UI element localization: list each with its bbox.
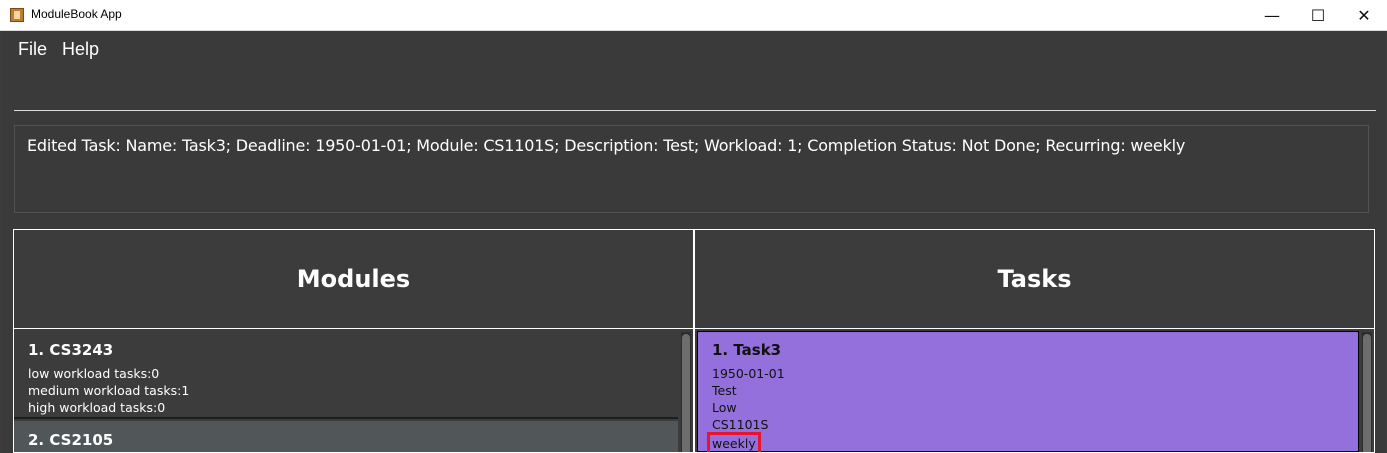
tasks-heading: Tasks [997, 265, 1072, 293]
module-title: 1. CS3243 [28, 341, 114, 359]
modules-pane: Modules 1. CS3243 low workload tasks:0 m… [13, 229, 694, 453]
title-bar: ModuleBook App — ☐ ✕ [0, 0, 1387, 31]
module-card[interactable]: 1. CS3243 low workload tasks:0 medium wo… [14, 331, 678, 419]
module-medium-workload: medium workload tasks:1 [28, 383, 190, 398]
menu-help[interactable]: Help [62, 39, 99, 60]
modules-heading: Modules [296, 265, 411, 293]
minimize-button[interactable]: — [1249, 0, 1295, 31]
result-text: Edited Task: Name: Task3; Deadline: 1950… [27, 136, 1186, 155]
task-deadline: 1950-01-01 [712, 366, 785, 381]
module-low-workload: low workload tasks:0 [28, 366, 160, 381]
close-button[interactable]: ✕ [1341, 0, 1387, 31]
modules-scroll-thumb[interactable] [682, 334, 690, 452]
result-display: Edited Task: Name: Task3; Deadline: 1950… [2, 117, 1385, 218]
tasks-divider [695, 328, 1374, 329]
module-title: 2. CS2105 [28, 431, 114, 449]
maximize-button[interactable]: ☐ [1295, 0, 1341, 31]
tasks-scrollbar[interactable] [1362, 332, 1372, 452]
menu-file[interactable]: File [18, 39, 47, 60]
tasks-scroll-thumb[interactable] [1363, 334, 1371, 452]
command-box[interactable] [2, 67, 1385, 117]
result-box: Edited Task: Name: Task3; Deadline: 1950… [14, 125, 1369, 213]
app-icon [10, 8, 24, 22]
task-workload: Low [712, 400, 737, 415]
list-panes: Modules 1. CS3243 low workload tasks:0 m… [2, 218, 1385, 453]
task-description: Test [712, 383, 737, 398]
modules-divider [14, 328, 693, 329]
task-recurring: weekly [707, 432, 761, 452]
task-title: 1. Task3 [712, 341, 782, 359]
module-card[interactable]: 2. CS2105 [14, 421, 678, 452]
module-high-workload: high workload tasks:0 [28, 400, 166, 415]
tasks-pane: Tasks 1. Task3 1950-01-01 Test Low CS110… [694, 229, 1375, 453]
command-underline [14, 110, 1376, 111]
menu-bar: File Help [2, 31, 1385, 67]
modules-scrollbar[interactable] [681, 332, 691, 452]
task-card[interactable]: 1. Task3 1950-01-01 Test Low CS1101S wee… [697, 331, 1359, 452]
window-title: ModuleBook App [31, 7, 122, 21]
task-module: CS1101S [712, 417, 769, 432]
